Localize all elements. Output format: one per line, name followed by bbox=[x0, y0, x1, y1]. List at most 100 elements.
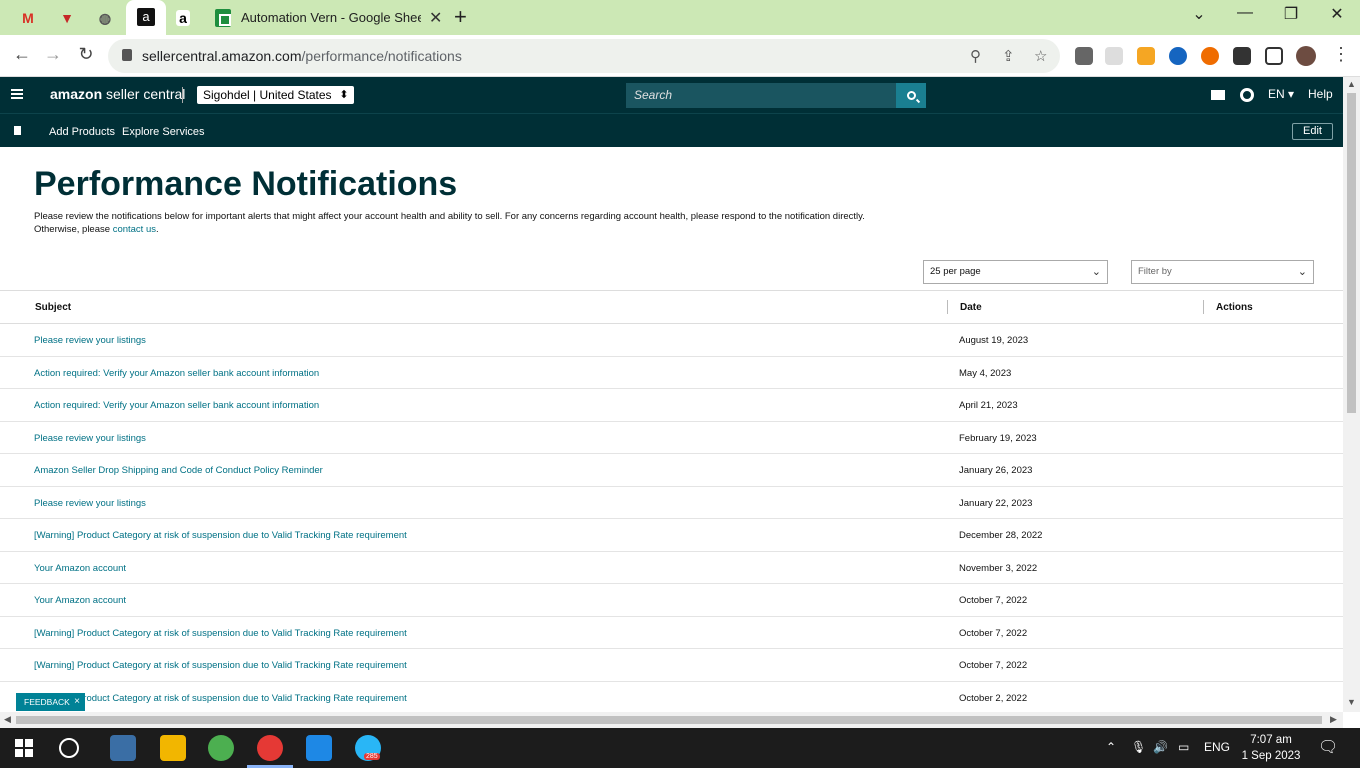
lock-icon bbox=[122, 49, 132, 61]
help-link[interactable]: Help bbox=[1308, 87, 1333, 101]
notification-subject-link[interactable]: [Warning] Product Category at risk of su… bbox=[34, 693, 407, 704]
notification-subject-link[interactable]: Please review your listings bbox=[34, 433, 146, 444]
zalo-icon[interactable] bbox=[306, 735, 332, 761]
scroll-down-icon[interactable]: ▼ bbox=[1347, 697, 1356, 707]
bookmark-icon[interactable] bbox=[14, 126, 21, 135]
contact-us-link[interactable]: contact us bbox=[113, 224, 156, 235]
notifications-icon[interactable]: 🗨 bbox=[1318, 737, 1338, 757]
restore-button[interactable]: ❐ bbox=[1276, 4, 1306, 24]
extension-orange-icon[interactable] bbox=[1201, 47, 1219, 65]
notification-subject-link[interactable]: Action required: Verify your Amazon sell… bbox=[34, 368, 319, 379]
mail-icon[interactable] bbox=[1211, 90, 1225, 100]
url-text: sellercentral.amazon.com/performance/not… bbox=[142, 48, 462, 64]
notification-subject-link[interactable]: Action required: Verify your Amazon sell… bbox=[34, 400, 319, 411]
tab-amazon[interactable]: a bbox=[168, 5, 198, 31]
scroll-thumb[interactable] bbox=[16, 716, 1322, 724]
seller-central-logo[interactable]: amazon seller central bbox=[50, 86, 185, 102]
notification-date: October 7, 2022 bbox=[959, 595, 1028, 606]
notification-date: August 19, 2023 bbox=[959, 335, 1029, 346]
notification-subject-link[interactable]: Your Amazon account bbox=[34, 595, 126, 606]
amazon-icon: a bbox=[137, 8, 155, 26]
search-button[interactable] bbox=[896, 83, 926, 108]
table-row: Please review your listings August 19, 20… bbox=[0, 324, 1343, 357]
menu-kebab-icon[interactable]: ⋮ bbox=[1328, 44, 1354, 65]
notification-subject-link[interactable]: [Warning] Product Category at risk of su… bbox=[34, 628, 407, 639]
tab-gmail[interactable]: M bbox=[13, 5, 43, 31]
notification-date: October 7, 2022 bbox=[959, 660, 1028, 671]
table-row: Amazon Seller Drop Shipping and Code of … bbox=[0, 454, 1343, 487]
scroll-up-icon[interactable]: ▲ bbox=[1347, 79, 1356, 89]
close-icon[interactable]: ✕ bbox=[429, 8, 442, 28]
extension-icon[interactable] bbox=[1105, 47, 1123, 65]
notifications-table: Subject Date Actions Please review your … bbox=[0, 290, 1343, 714]
search-input[interactable]: Search bbox=[626, 83, 896, 108]
close-icon[interactable]: × bbox=[74, 693, 80, 711]
notification-subject-link[interactable]: Your Amazon account bbox=[34, 563, 126, 574]
notification-subject-link[interactable]: Amazon Seller Drop Shipping and Code of … bbox=[34, 465, 323, 476]
forward-button[interactable]: → bbox=[40, 44, 66, 65]
scroll-right-icon[interactable]: ▶ bbox=[1330, 714, 1337, 725]
column-date[interactable]: Date bbox=[960, 302, 982, 313]
notification-subject-link[interactable]: Please review your listings bbox=[34, 498, 146, 509]
zoom-icon[interactable]: ⚲ bbox=[970, 47, 981, 65]
speaker-icon[interactable]: 🔊 bbox=[1153, 740, 1168, 754]
feedback-button[interactable]: FEEDBACK × bbox=[16, 693, 85, 711]
account-selector[interactable]: Sigohdel | United States bbox=[197, 86, 354, 104]
tab-search-icon[interactable]: ⌄ bbox=[1184, 4, 1214, 24]
minimize-button[interactable]: — bbox=[1230, 4, 1260, 22]
file-explorer-icon[interactable] bbox=[160, 735, 186, 761]
close-window-button[interactable]: ✕ bbox=[1322, 4, 1352, 24]
table-body: Please review your listings August 19, 20… bbox=[0, 324, 1343, 714]
filter-select[interactable]: Filter by ⌄ bbox=[1131, 260, 1314, 284]
horizontal-scrollbar[interactable]: ◀ ▶ bbox=[0, 712, 1343, 728]
chrome-profile-icon[interactable] bbox=[257, 735, 283, 761]
notification-subject-link[interactable]: [Warning] Product Category at risk of su… bbox=[34, 660, 407, 671]
extension-off-icon[interactable] bbox=[1075, 47, 1093, 65]
nav-explore-services[interactable]: Explore Services bbox=[122, 126, 205, 138]
extension-scout-icon[interactable] bbox=[1137, 47, 1155, 65]
tray-chevron-icon[interactable]: ⌃ bbox=[1106, 740, 1116, 754]
chrome-icon[interactable] bbox=[208, 735, 234, 761]
vertical-scrollbar[interactable]: ▲ ▼ bbox=[1343, 77, 1360, 712]
tab-extension[interactable]: ▼ bbox=[52, 5, 82, 31]
notification-subject-link[interactable]: [Warning] Product Category at risk of su… bbox=[34, 530, 407, 541]
bookmark-star-icon[interactable]: ☆ bbox=[1034, 47, 1047, 65]
windows-start-icon[interactable] bbox=[15, 739, 33, 757]
share-icon[interactable]: ⇪ bbox=[1002, 47, 1015, 65]
chevron-down-icon: ⌄ bbox=[1297, 266, 1307, 278]
table-row: Please review your listings January 22, 2… bbox=[0, 487, 1343, 519]
address-bar[interactable]: sellercentral.amazon.com/performance/not… bbox=[108, 39, 1060, 73]
profile-avatar[interactable] bbox=[1296, 46, 1316, 66]
tab-amazon-active[interactable]: a bbox=[126, 0, 166, 35]
notification-subject-link[interactable]: Please review your listings bbox=[34, 335, 146, 346]
reload-button[interactable]: ↻ bbox=[73, 44, 99, 65]
side-panel-icon[interactable] bbox=[1265, 47, 1283, 65]
table-header: Subject Date Actions bbox=[0, 291, 1343, 324]
edit-button[interactable]: Edit bbox=[1292, 123, 1333, 140]
per-page-select[interactable]: 25 per page ⌄ bbox=[923, 260, 1108, 284]
divider bbox=[182, 87, 183, 103]
gear-icon[interactable] bbox=[1240, 88, 1254, 102]
network-icon[interactable]: ▭ bbox=[1178, 740, 1189, 754]
language-indicator[interactable]: ENG bbox=[1204, 740, 1230, 754]
new-tab-button[interactable]: + bbox=[454, 4, 467, 30]
tab-globe[interactable]: ◍ bbox=[90, 5, 120, 31]
column-divider bbox=[1203, 300, 1204, 314]
search-icon[interactable] bbox=[59, 738, 79, 758]
search-icon bbox=[906, 91, 916, 100]
extension-blue-icon[interactable] bbox=[1169, 47, 1187, 65]
system-clock[interactable]: 7:07 am 1 Sep 2023 bbox=[1238, 732, 1304, 764]
column-subject[interactable]: Subject bbox=[35, 302, 71, 313]
puzzle-icon[interactable] bbox=[1233, 47, 1251, 65]
gmail-icon: M bbox=[22, 10, 34, 26]
nav-add-products[interactable]: Add Products bbox=[49, 126, 115, 138]
back-button[interactable]: ← bbox=[9, 44, 35, 65]
language-selector[interactable]: EN ▾ bbox=[1268, 87, 1294, 101]
scroll-thumb[interactable] bbox=[1347, 93, 1356, 413]
telegram-badge: 285 bbox=[364, 753, 380, 760]
tab-google-sheets[interactable]: Automation Vern - Google Sheets ✕ bbox=[205, 0, 445, 35]
scroll-left-icon[interactable]: ◀ bbox=[4, 714, 11, 725]
desktop-icon[interactable] bbox=[110, 735, 136, 761]
microphone-icon[interactable]: 🎙 bbox=[1131, 740, 1146, 754]
hamburger-menu-icon[interactable] bbox=[11, 89, 23, 99]
